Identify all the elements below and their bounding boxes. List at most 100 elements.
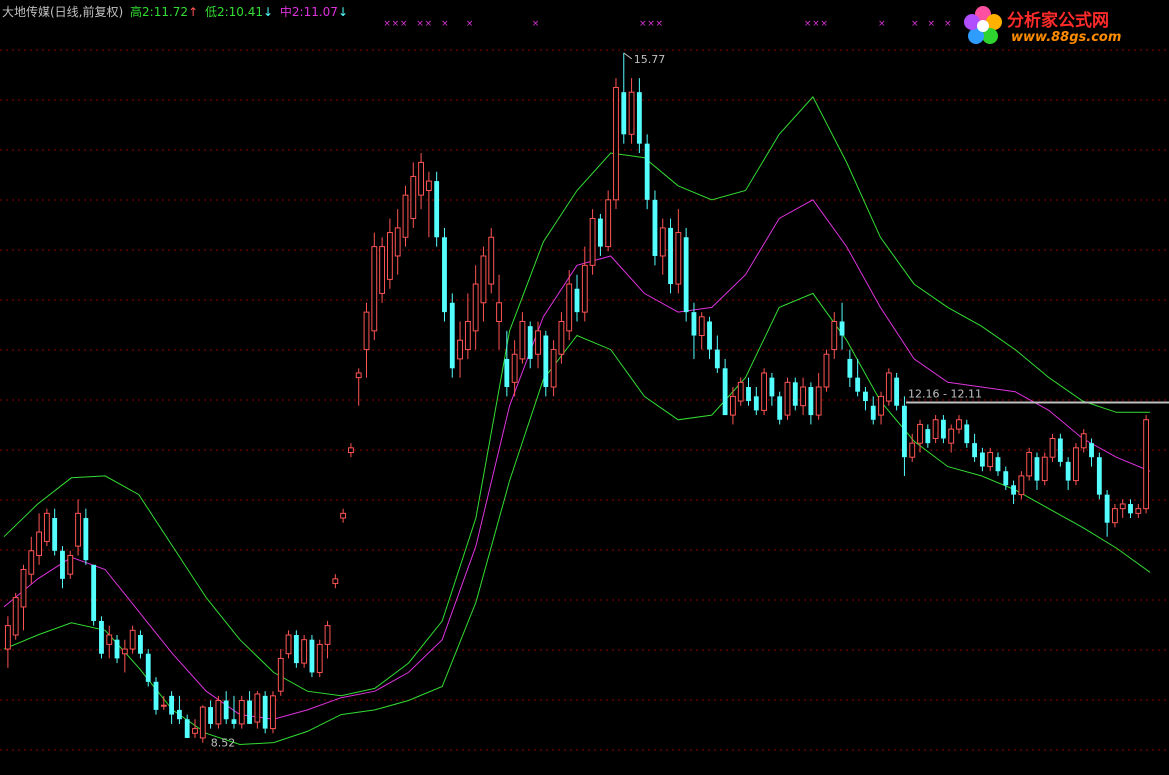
candle-body-up <box>823 353 830 388</box>
candle-body-down <box>1065 461 1071 481</box>
candle-body-down <box>543 335 549 387</box>
candle-body-up <box>480 255 487 304</box>
candle-body-down <box>169 695 175 715</box>
candle-body-up <box>301 639 308 664</box>
high-label: 高2 <box>130 5 150 19</box>
candle-body-up <box>348 447 354 454</box>
candle-body-up <box>1143 419 1150 510</box>
mid-value: 11.07 <box>303 5 338 19</box>
candle-body-down <box>1057 438 1063 462</box>
candle-body-up <box>488 236 495 285</box>
candle-body-down <box>52 518 58 551</box>
candle-body-down <box>1128 503 1133 514</box>
candle-body-up <box>885 372 892 402</box>
candle-body-down <box>644 143 650 200</box>
candle-body-down <box>597 218 603 247</box>
candle-body-down <box>979 452 985 467</box>
candle-body-down <box>870 405 876 420</box>
candle-body-up <box>815 386 822 416</box>
candle-body-up <box>355 372 362 379</box>
candle-body-down <box>574 288 580 313</box>
candle-body-down <box>262 695 268 729</box>
candle-body-up <box>761 372 768 411</box>
candle-body-up <box>628 91 635 135</box>
candle-body-up <box>28 550 35 575</box>
candle-body-up <box>519 320 526 360</box>
min-price-label: 8.52 <box>211 737 236 750</box>
lower-band-line <box>3 292 1151 746</box>
candle-body-down <box>777 396 783 420</box>
signal-marks: × × × × × × × × × × × × × × × × × × <box>383 19 951 29</box>
signal-mark: × <box>928 19 936 29</box>
candle-body-down <box>636 92 642 144</box>
candle-body-up <box>659 227 666 257</box>
candle-body-down <box>940 419 946 439</box>
signal-mark: × <box>944 19 952 29</box>
candle-body-up <box>371 246 378 332</box>
low-label: 低2 <box>204 5 225 19</box>
candle-body-up <box>917 423 923 444</box>
candle-body-up <box>1119 503 1126 510</box>
candle-body-up <box>129 629 136 650</box>
candle-body-up <box>956 419 962 430</box>
candle-body-down <box>722 368 728 416</box>
candle-body-up <box>1026 452 1033 477</box>
candle-body-down <box>668 227 673 285</box>
candle-body-down <box>839 321 845 336</box>
candle-body-up <box>511 353 518 383</box>
candle-body-up <box>698 316 705 337</box>
candle-body-up <box>410 175 417 220</box>
mid-indicator: 中2:11.07↓ <box>279 5 348 19</box>
signal-mark: × <box>647 19 655 29</box>
candle-body-up <box>932 419 939 439</box>
watermark-logo: 分析家公式网 www.88gs.com <box>961 4 1161 50</box>
candle-body-down <box>114 639 120 659</box>
signal-mark: × <box>400 19 408 29</box>
max-price-label: 15.77 <box>634 53 666 66</box>
candle-body-up <box>472 283 479 332</box>
candle-body-down <box>449 302 455 369</box>
signal-mark: × <box>425 19 433 29</box>
candle-body-down <box>683 237 689 313</box>
candle-body-up <box>948 428 955 444</box>
candle-body-up <box>402 194 409 238</box>
down-arrow-icon: ↓ <box>337 5 348 19</box>
signal-mark: × <box>804 19 812 29</box>
candle-body-up <box>121 648 128 655</box>
candle-body-up <box>192 728 198 734</box>
candle-body-up <box>332 578 339 585</box>
candle-body-down <box>769 377 775 397</box>
candle-body-up <box>737 381 744 402</box>
candle-body-down <box>223 700 229 720</box>
candle-body-up <box>238 700 245 725</box>
candle-body-up <box>394 227 401 257</box>
candle-body-up <box>675 232 682 285</box>
candle-body-down <box>504 358 510 387</box>
candle-body-down <box>60 550 65 579</box>
candle-body-down <box>527 326 533 359</box>
candle-body-up <box>457 339 463 360</box>
candle-body-up <box>67 554 74 575</box>
candle-body-up <box>215 700 222 725</box>
candle-body-down <box>621 92 627 135</box>
candle-body-down <box>808 387 814 416</box>
candle-body-up <box>340 512 347 519</box>
candle-body-down <box>753 396 759 411</box>
signal-mark: × <box>532 19 540 29</box>
candle-body-down <box>1034 457 1040 481</box>
down-arrow-icon: ↓ <box>263 5 274 19</box>
candlestick-chart[interactable]: × × × × × × × × × × × × × × × × × × 15.778.5212.16 - 12.1… <box>0 0 1169 775</box>
annotations: 15.77 8.52 12.16 - 12.11 <box>211 52 1169 750</box>
candle-body-down <box>1003 471 1009 486</box>
candle-body-down <box>91 564 97 621</box>
candle-body-down <box>247 700 252 724</box>
candle-body-up <box>1080 433 1087 449</box>
candle-body-up <box>4 625 11 650</box>
candle-body-down <box>184 719 190 738</box>
candle-body-up <box>418 161 424 196</box>
candle-body-down <box>83 518 89 561</box>
candle-body-down <box>1104 494 1110 523</box>
candle-body-up <box>36 531 42 556</box>
grid-lines <box>0 49 1169 751</box>
signal-mark: × <box>466 19 474 29</box>
